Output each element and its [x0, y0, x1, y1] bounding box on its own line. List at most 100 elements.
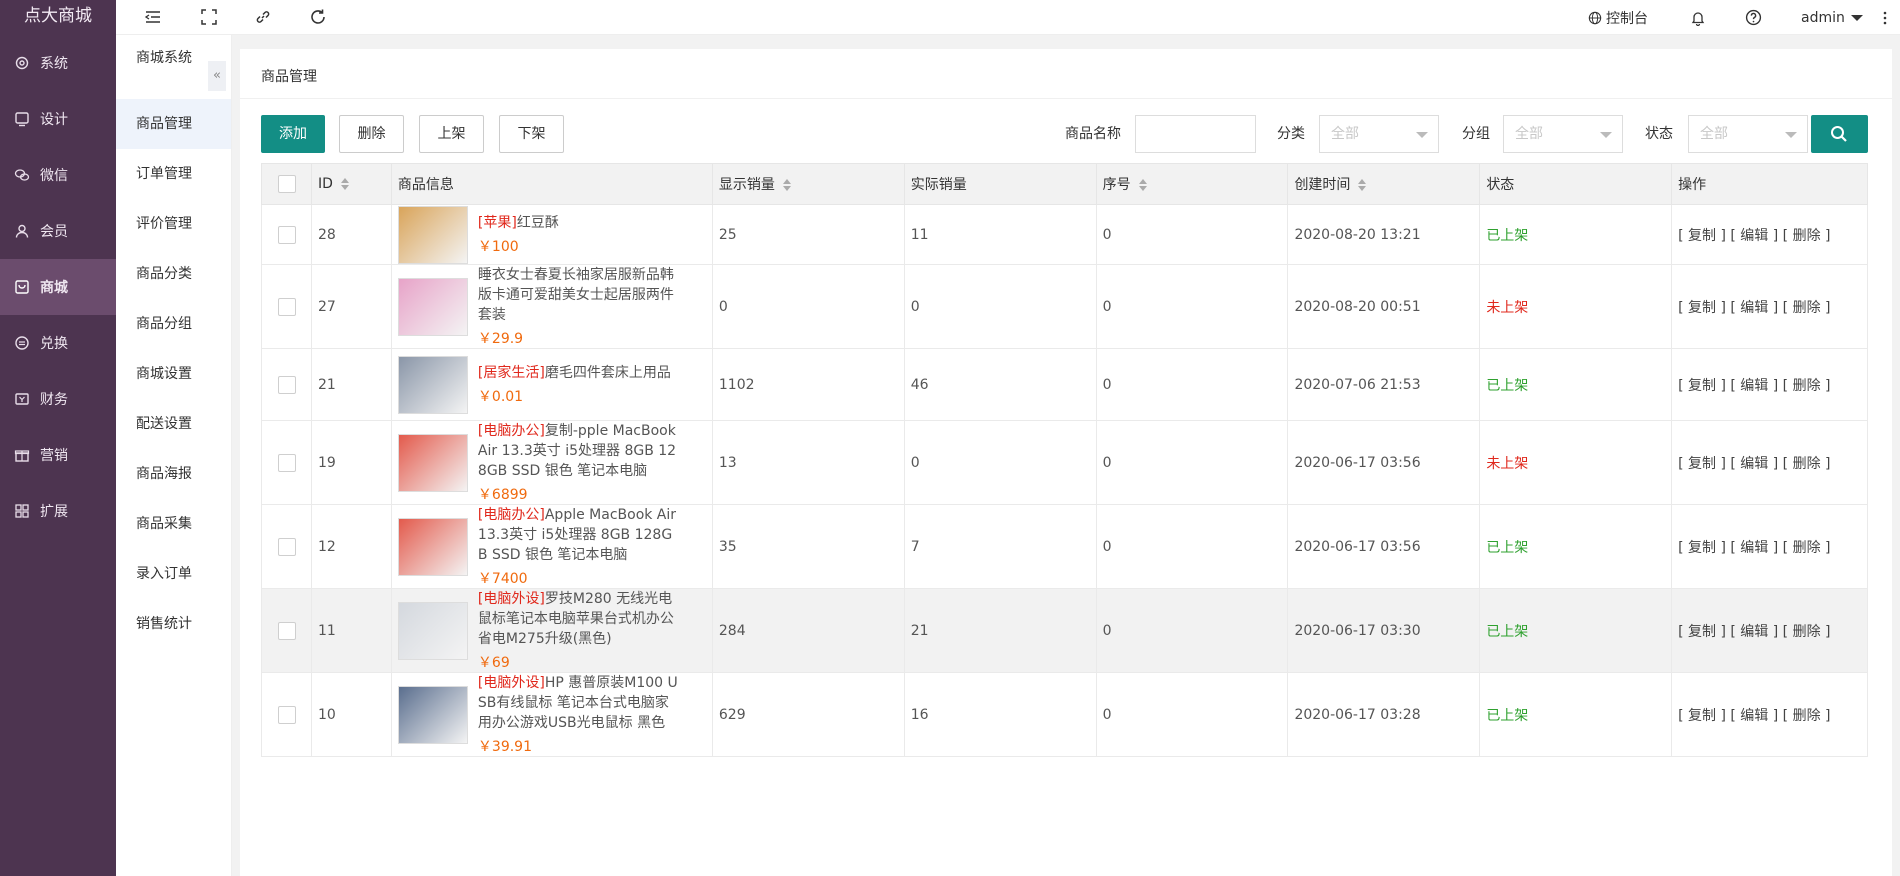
- control-panel-link[interactable]: 控制台: [1588, 0, 1648, 35]
- product-thumbnail[interactable]: [397, 277, 468, 336]
- row-checkbox[interactable]: [278, 705, 296, 724]
- product-name[interactable]: 睡衣女士春夏长袖家居服新品韩版卡通可爱甜美女士起居服两件套装: [478, 265, 678, 325]
- nav-item-shop[interactable]: 商城: [0, 259, 116, 315]
- row-actual-sales: 0: [903, 264, 1097, 349]
- product-thumbnail[interactable]: [397, 517, 468, 576]
- row-checkbox[interactable]: [278, 375, 296, 394]
- row-checkbox[interactable]: [278, 297, 296, 316]
- row-actions[interactable]: [ 复制 ] [ 编辑 ] [ 删除 ]: [1678, 228, 1830, 244]
- sub-item-delivery[interactable]: 配送设置: [116, 399, 231, 449]
- row-checkbox[interactable]: [278, 537, 296, 556]
- sort-icon[interactable]: [782, 179, 791, 191]
- sort-icon[interactable]: [340, 178, 349, 190]
- header-seq[interactable]: 序号: [1095, 163, 1289, 205]
- row-seq: 0: [1095, 504, 1289, 589]
- select-all-checkbox[interactable]: [278, 175, 296, 193]
- row-actions[interactable]: [ 复制 ] [ 编辑 ] [ 删除 ]: [1678, 456, 1830, 472]
- row-checkbox[interactable]: [278, 225, 296, 244]
- sort-icon[interactable]: [1138, 179, 1147, 191]
- nav-item-marketing[interactable]: 营销: [0, 427, 116, 483]
- add-button[interactable]: 添加: [261, 115, 325, 153]
- nav-item-system[interactable]: 系统: [0, 35, 116, 91]
- nav-item-design[interactable]: 设计: [0, 91, 116, 147]
- bell-icon[interactable]: [1690, 0, 1706, 35]
- product-thumbnail[interactable]: [397, 355, 468, 414]
- product-name[interactable]: [电脑办公]Apple MacBook Air 13.3英寸 i5处理器 8GB…: [478, 505, 678, 565]
- sub-item-collect[interactable]: 商品采集: [116, 499, 231, 549]
- sub-item-orders[interactable]: 订单管理: [116, 149, 231, 199]
- row-actions[interactable]: [ 复制 ] [ 编辑 ] [ 删除 ]: [1678, 378, 1830, 394]
- row-actions[interactable]: [ 复制 ] [ 编辑 ] [ 删除 ]: [1678, 708, 1830, 724]
- goods-table: ID 商品信息 显示销量 实际销量 序号 创建时间 状态 操作 28 [苹果]红…: [261, 163, 1868, 757]
- table-row: 27 睡衣女士春夏长袖家居服新品韩版卡通可爱甜美女士起居服两件套装 ￥29.9 …: [261, 264, 1868, 349]
- sub-item-enter-order[interactable]: 录入订单: [116, 549, 231, 599]
- fullscreen-icon[interactable]: [200, 8, 220, 28]
- row-actions[interactable]: [ 复制 ] [ 编辑 ] [ 删除 ]: [1678, 300, 1830, 316]
- sort-icon[interactable]: [1358, 179, 1367, 191]
- delete-button[interactable]: 删除: [339, 115, 404, 153]
- row-status: 已上架: [1479, 348, 1673, 421]
- main-panel: 商品管理 添加 删除 上架 下架 商品名称 分类 全部 分组 全部 状态 全部 …: [240, 49, 1892, 876]
- product-thumbnail[interactable]: [397, 601, 468, 660]
- row-checkbox[interactable]: [278, 453, 296, 472]
- table-body: 28 [苹果]红豆酥 ￥100 25 11 0 2020-08-20 13:21…: [261, 204, 1868, 757]
- name-filter-input[interactable]: [1135, 115, 1256, 153]
- product-thumbnail[interactable]: [397, 685, 468, 744]
- product-name[interactable]: [电脑外设]HP 惠普原装M100 USB有线鼠标 笔记本台式电脑家用办公游戏U…: [478, 673, 678, 733]
- search-button[interactable]: [1811, 115, 1868, 153]
- row-actions[interactable]: [ 复制 ] [ 编辑 ] [ 删除 ]: [1678, 624, 1830, 640]
- link-icon[interactable]: [254, 8, 274, 28]
- row-actions[interactable]: [ 复制 ] [ 编辑 ] [ 删除 ]: [1678, 540, 1830, 556]
- product-name[interactable]: [电脑外设]罗技M280 无线光电鼠标笔记本电脑苹果台式机办公省电M275升级(…: [478, 589, 678, 649]
- row-created: 2020-07-06 21:53: [1287, 348, 1481, 421]
- header-shown-sales[interactable]: 显示销量: [711, 163, 905, 205]
- table-row: 28 [苹果]红豆酥 ￥100 25 11 0 2020-08-20 13:21…: [261, 204, 1868, 265]
- nav-item-member[interactable]: 会员: [0, 203, 116, 259]
- help-icon[interactable]: [1745, 0, 1762, 35]
- product-text: [苹果]红豆酥 ￥100: [478, 213, 678, 256]
- product-thumbnail[interactable]: [397, 433, 468, 492]
- product-text: [电脑办公]复制-pple MacBook Air 13.3英寸 i5处理器 8…: [478, 421, 678, 504]
- sub-item-categories[interactable]: 商品分类: [116, 249, 231, 299]
- sub-item-sales-stats[interactable]: 销售统计: [116, 599, 231, 649]
- nav-item-wechat[interactable]: 微信: [0, 147, 116, 203]
- nav-item-exchange[interactable]: 兑换: [0, 315, 116, 371]
- product-thumbnail[interactable]: [397, 205, 468, 264]
- user-menu[interactable]: admin: [1801, 0, 1863, 35]
- row-actual-sales: 21: [903, 588, 1097, 673]
- sub-item-reviews[interactable]: 评价管理: [116, 199, 231, 249]
- header-label: 显示销量: [718, 177, 775, 193]
- row-checkbox[interactable]: [278, 621, 296, 640]
- product-name[interactable]: [苹果]红豆酥: [478, 213, 678, 233]
- menu-fold-icon[interactable]: [144, 8, 164, 28]
- sub-item-groups[interactable]: 商品分组: [116, 299, 231, 349]
- nav-item-finance[interactable]: 财务: [0, 371, 116, 427]
- sub-item-posters[interactable]: 商品海报: [116, 449, 231, 499]
- status-badge: 已上架: [1486, 623, 1529, 640]
- sub-item-settings[interactable]: 商城设置: [116, 349, 231, 399]
- collapse-sidebar-button[interactable]: «: [208, 61, 226, 91]
- row-select-cell: [261, 264, 312, 349]
- product-text: 睡衣女士春夏长袖家居服新品韩版卡通可爱甜美女士起居服两件套装 ￥29.9: [478, 265, 678, 348]
- category-select[interactable]: 全部: [1319, 115, 1439, 153]
- sub-item-goods[interactable]: 商品管理: [116, 99, 231, 149]
- shelf-on-button[interactable]: 上架: [419, 115, 484, 153]
- header-id[interactable]: ID: [310, 163, 392, 205]
- header-created[interactable]: 创建时间: [1287, 163, 1481, 205]
- status-select[interactable]: 全部: [1688, 115, 1808, 153]
- refresh-icon[interactable]: [309, 8, 329, 28]
- sub-sidebar: 商城系统 « 商品管理 订单管理 评价管理 商品分类 商品分组 商城设置 配送设…: [116, 35, 232, 876]
- more-vertical-icon[interactable]: [1882, 0, 1888, 35]
- nav-item-extend[interactable]: 扩展: [0, 483, 116, 539]
- row-id: 12: [310, 504, 392, 589]
- shelf-off-button[interactable]: 下架: [499, 115, 564, 153]
- group-select[interactable]: 全部: [1503, 115, 1623, 153]
- exchange-icon: [15, 336, 29, 350]
- caret-down-icon: [1850, 14, 1863, 21]
- product-name[interactable]: [电脑办公]复制-pple MacBook Air 13.3英寸 i5处理器 8…: [478, 421, 678, 481]
- row-shown-sales: 25: [711, 204, 905, 265]
- row-id: 19: [310, 420, 392, 505]
- row-ops: [ 复制 ] [ 编辑 ] [ 删除 ]: [1671, 672, 1868, 757]
- product-name[interactable]: [居家生活]磨毛四件套床上用品: [478, 363, 678, 383]
- product-category: [电脑办公]: [477, 507, 545, 523]
